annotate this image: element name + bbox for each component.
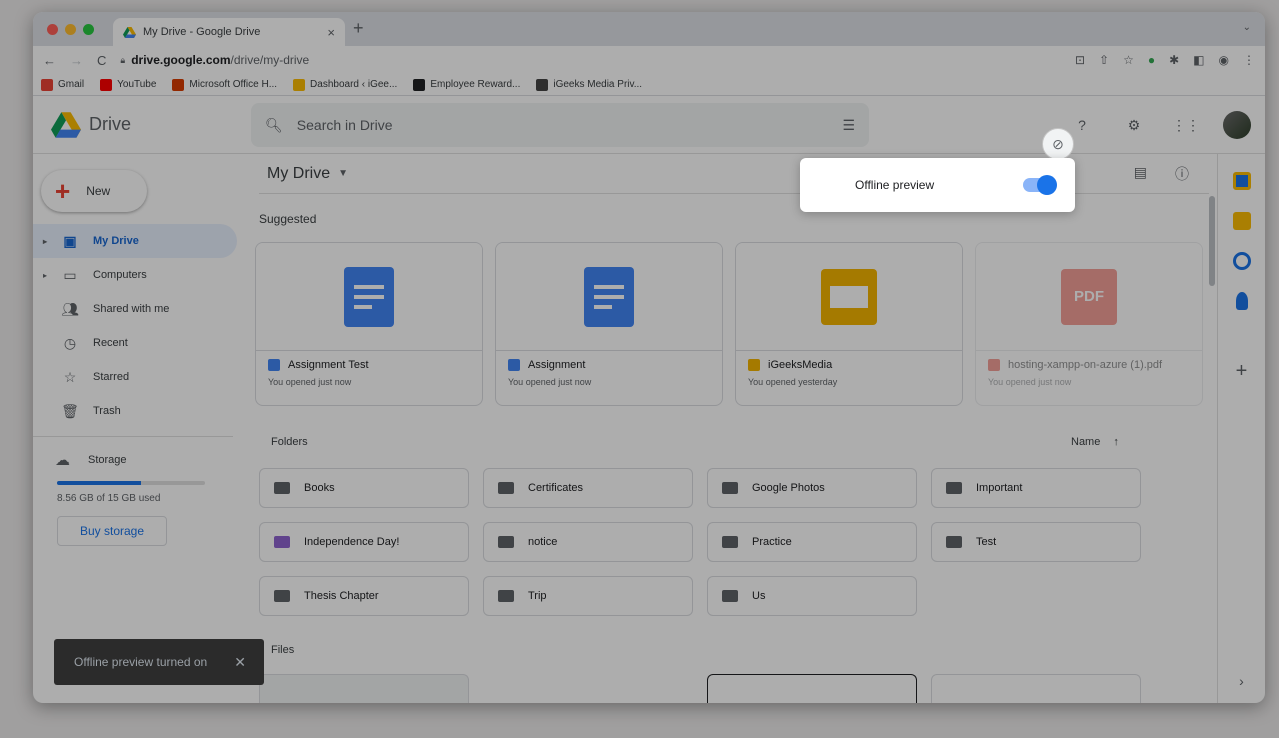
snackbar-message: Offline preview turned on	[74, 655, 208, 669]
offline-preview-label: Offline preview	[855, 178, 935, 192]
snackbar-close-icon[interactable]: ✕	[234, 654, 246, 671]
offline-preview-popup: Offline preview	[800, 158, 1075, 212]
toggle-knob	[1037, 175, 1057, 195]
offline-ready-icon[interactable]: ⊘	[1042, 128, 1074, 160]
snackbar: Offline preview turned on ✕	[54, 639, 264, 685]
dim-overlay	[0, 0, 1279, 738]
offline-preview-toggle[interactable]	[1023, 175, 1057, 195]
